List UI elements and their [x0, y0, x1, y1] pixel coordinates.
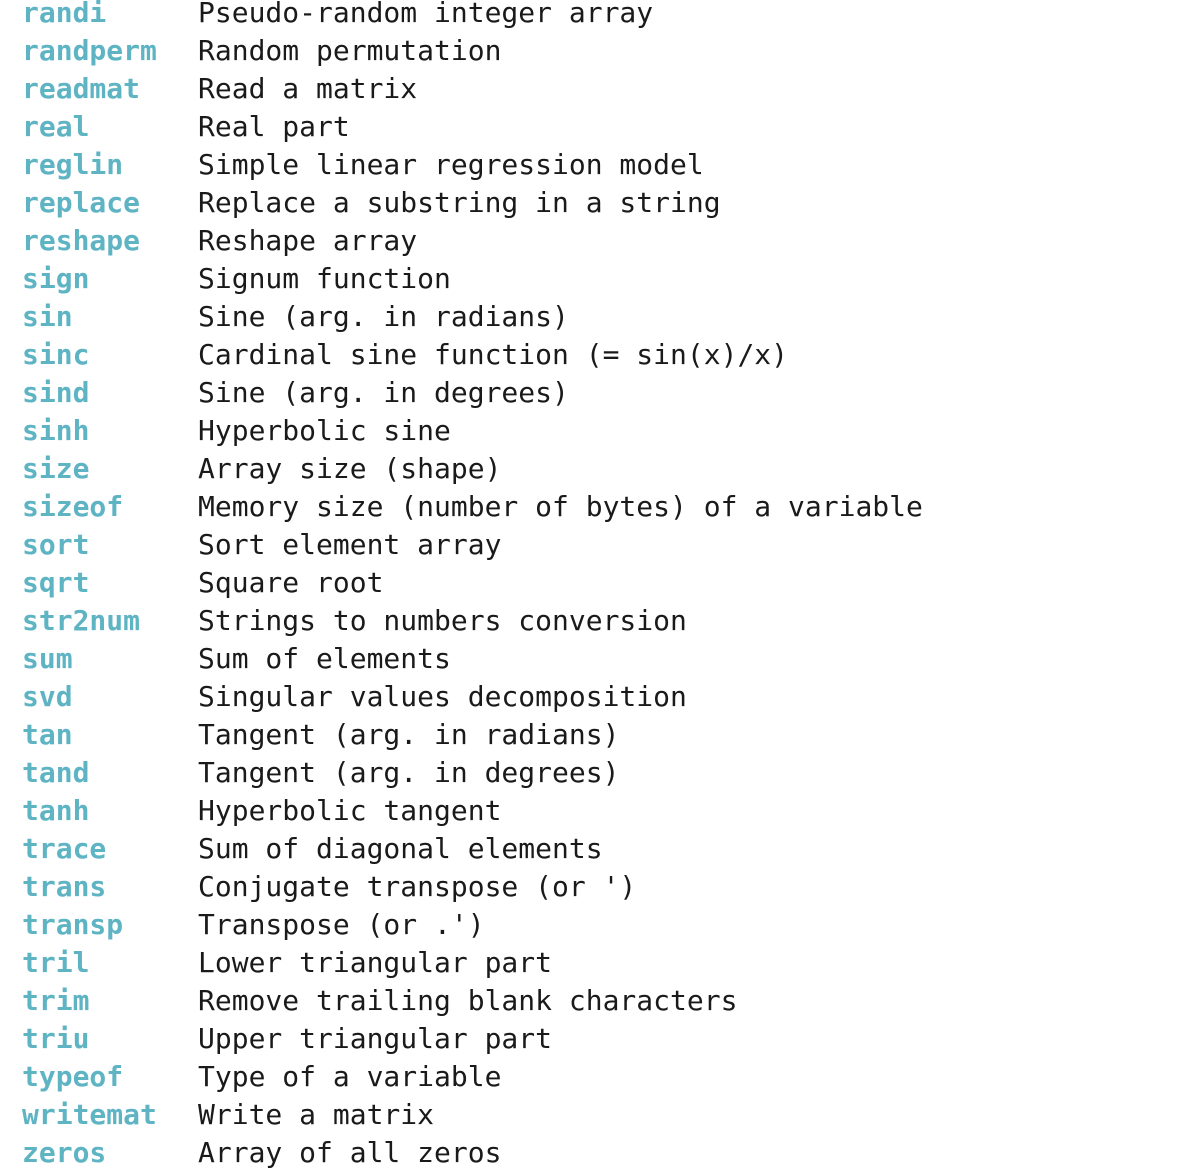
function-name[interactable]: triu — [22, 1020, 198, 1058]
function-name[interactable]: tand — [22, 754, 198, 792]
function-description: Cardinal sine function (= sin(x)/x) — [198, 338, 789, 371]
function-description: Lower triangular part — [198, 946, 553, 979]
function-description: Simple linear regression model — [198, 148, 704, 181]
function-row: transp Transpose (or .') — [22, 906, 923, 944]
function-row: sign Signum function — [22, 260, 923, 298]
function-name[interactable]: transp — [22, 906, 198, 944]
function-name[interactable]: randi — [22, 0, 198, 32]
function-row: randperm Random permutation — [22, 32, 923, 70]
function-description: Sum of diagonal elements — [198, 832, 603, 865]
function-description: Reshape array — [198, 224, 418, 257]
function-name[interactable]: trans — [22, 868, 198, 906]
function-description: Signum function — [198, 262, 451, 295]
function-description: Strings to numbers conversion — [198, 604, 687, 637]
function-name[interactable]: str2num — [22, 602, 198, 640]
function-row: size Array size (shape) — [22, 450, 923, 488]
function-name[interactable]: sort — [22, 526, 198, 564]
function-name[interactable]: sinh — [22, 412, 198, 450]
function-name[interactable]: trim — [22, 982, 198, 1020]
function-row: replace Replace a substring in a string — [22, 184, 923, 222]
function-name[interactable]: tril — [22, 944, 198, 982]
function-name[interactable]: sind — [22, 374, 198, 412]
function-description: Conjugate transpose (or ') — [198, 870, 637, 903]
function-row: reglin Simple linear regression model — [22, 146, 923, 184]
function-name[interactable]: sign — [22, 260, 198, 298]
function-description: Sine (arg. in degrees) — [198, 376, 569, 409]
function-row: tanh Hyperbolic tangent — [22, 792, 923, 830]
function-row: triu Upper triangular part — [22, 1020, 923, 1058]
function-row: trans Conjugate transpose (or ') — [22, 868, 923, 906]
function-description: Sort element array — [198, 528, 502, 561]
function-description: Array of all zeros — [198, 1136, 502, 1169]
function-row: sind Sine (arg. in degrees) — [22, 374, 923, 412]
function-description: Type of a variable — [198, 1060, 502, 1093]
function-name[interactable]: sqrt — [22, 564, 198, 602]
function-reference-list: randi Pseudo-random integer array randper… — [22, 0, 923, 1172]
function-name[interactable]: tan — [22, 716, 198, 754]
function-row: typeof Type of a variable — [22, 1058, 923, 1096]
function-row: sinh Hyperbolic sine — [22, 412, 923, 450]
function-description: Real part — [198, 110, 350, 143]
function-name[interactable]: reshape — [22, 222, 198, 260]
function-row: sqrt Square root — [22, 564, 923, 602]
function-row: randi Pseudo-random integer array — [22, 0, 923, 32]
function-name[interactable]: svd — [22, 678, 198, 716]
function-description: Tangent (arg. in degrees) — [198, 756, 620, 789]
function-description: Memory size (number of bytes) of a varia… — [198, 490, 923, 523]
function-name[interactable]: sizeof — [22, 488, 198, 526]
function-description: Hyperbolic sine — [198, 414, 451, 447]
function-description: Read a matrix — [198, 72, 418, 105]
function-name[interactable]: trace — [22, 830, 198, 868]
function-name[interactable]: size — [22, 450, 198, 488]
function-description: Square root — [198, 566, 384, 599]
function-name[interactable]: sum — [22, 640, 198, 678]
function-name[interactable]: writemat — [22, 1096, 198, 1134]
function-description: Tangent (arg. in radians) — [198, 718, 620, 751]
function-name[interactable]: readmat — [22, 70, 198, 108]
function-description: Hyperbolic tangent — [198, 794, 502, 827]
function-description: Remove trailing blank characters — [198, 984, 738, 1017]
function-row: zeros Array of all zeros — [22, 1134, 923, 1172]
function-description: Upper triangular part — [198, 1022, 553, 1055]
function-name[interactable]: sinc — [22, 336, 198, 374]
function-row: str2num Strings to numbers conversion — [22, 602, 923, 640]
function-name[interactable]: real — [22, 108, 198, 146]
function-description: Transpose (or .') — [198, 908, 485, 941]
function-row: real Real part — [22, 108, 923, 146]
function-description: Singular values decomposition — [198, 680, 687, 713]
function-row: reshape Reshape array — [22, 222, 923, 260]
function-row: sinc Cardinal sine function (= sin(x)/x) — [22, 336, 923, 374]
function-row: sin Sine (arg. in radians) — [22, 298, 923, 336]
function-name[interactable]: zeros — [22, 1134, 198, 1172]
function-row: sort Sort element array — [22, 526, 923, 564]
function-row: tand Tangent (arg. in degrees) — [22, 754, 923, 792]
function-row: trace Sum of diagonal elements — [22, 830, 923, 868]
function-description: Array size (shape) — [198, 452, 502, 485]
function-description: Random permutation — [198, 34, 502, 67]
function-row: trim Remove trailing blank characters — [22, 982, 923, 1020]
function-name[interactable]: typeof — [22, 1058, 198, 1096]
function-row: tan Tangent (arg. in radians) — [22, 716, 923, 754]
function-description: Sum of elements — [198, 642, 451, 675]
function-name[interactable]: reglin — [22, 146, 198, 184]
function-description: Sine (arg. in radians) — [198, 300, 569, 333]
function-row: writemat Write a matrix — [22, 1096, 923, 1134]
function-description: Write a matrix — [198, 1098, 435, 1131]
function-row: svd Singular values decomposition — [22, 678, 923, 716]
function-row: sizeof Memory size (number of bytes) of a… — [22, 488, 923, 526]
function-name[interactable]: randperm — [22, 32, 198, 70]
function-name[interactable]: sin — [22, 298, 198, 336]
function-description: Replace a substring in a string — [198, 186, 721, 219]
function-name[interactable]: tanh — [22, 792, 198, 830]
function-row: sum Sum of elements — [22, 640, 923, 678]
function-row: tril Lower triangular part — [22, 944, 923, 982]
function-name[interactable]: replace — [22, 184, 198, 222]
function-row: readmat Read a matrix — [22, 70, 923, 108]
function-description: Pseudo-random integer array — [198, 0, 654, 29]
